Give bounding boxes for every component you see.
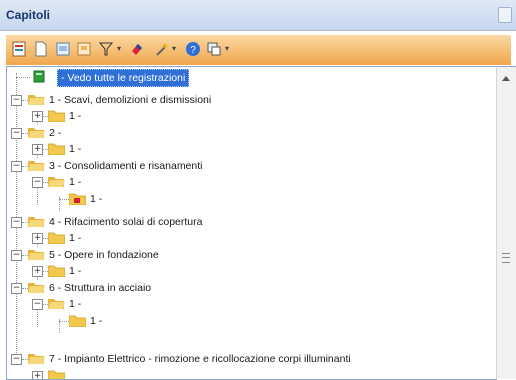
svg-text:?: ? (190, 45, 196, 56)
tree-subitem[interactable]: + 1 - (7, 230, 487, 246)
wand-icon[interactable] (153, 40, 171, 58)
collapse-icon[interactable]: − (11, 128, 22, 139)
tree-connector (59, 321, 69, 322)
open-folder-icon (28, 95, 45, 105)
tree-subitem[interactable]: + 1 - (7, 108, 487, 124)
new-document-icon[interactable] (32, 40, 50, 58)
chapter-label: 4 - Rifacimento solai di copertura (49, 216, 203, 228)
chapter-label: 2 - (49, 127, 62, 139)
chapter-label: 6 - Struttura in acciaio (49, 282, 152, 294)
expand-icon[interactable]: + (32, 233, 43, 244)
toolbar: ▾ ▾ ? ▾ (6, 35, 511, 65)
filter-dropdown-icon[interactable]: ▾ (117, 44, 123, 54)
collapse-icon[interactable]: − (11, 250, 22, 261)
edit-icon[interactable] (54, 40, 72, 58)
tree-chapter-item[interactable]: − 2 - (7, 125, 487, 141)
new-chapter-icon[interactable] (10, 40, 28, 58)
collapse-icon[interactable]: − (11, 161, 22, 172)
collapse-icon[interactable]: − (11, 95, 22, 106)
tree-chapter-item[interactable]: − 4 - Rifacimento solai di copertura (7, 214, 487, 230)
capitoli-panel: Capitoli ▾ ▾ ? ▾ - Vedo tutte le registr… (0, 0, 516, 380)
open-folder-icon (28, 161, 45, 171)
help-icon[interactable]: ? (184, 40, 202, 58)
tree-subitem[interactable]: − 1 - (7, 174, 487, 190)
open-folder-icon (28, 354, 45, 364)
folder-icon (48, 232, 65, 244)
subitem-label: 1 - (69, 265, 82, 277)
collapse-icon[interactable]: − (11, 283, 22, 294)
tree-connector (16, 77, 30, 78)
subitem-label: 1 - (69, 232, 82, 244)
collapse-icon[interactable]: − (11, 217, 22, 228)
filter-icon[interactable] (97, 40, 115, 58)
subitem-label: 1 - (69, 110, 82, 122)
tree-chapter-item[interactable]: − 6 - Struttura in acciaio (7, 280, 487, 296)
tree-leaf-item[interactable]: 1 - (7, 191, 487, 207)
expand-icon[interactable]: + (32, 144, 43, 155)
collapse-icon[interactable]: − (11, 354, 22, 365)
open-folder-icon (28, 283, 45, 293)
tree-subitem[interactable]: − 1 - (7, 296, 487, 312)
chapter-label: 1 - Scavi, demolizioni e dismissioni (49, 94, 212, 106)
chapter-label: 3 - Consolidamenti e risanamenti (49, 160, 203, 172)
open-folder-icon (48, 177, 65, 187)
tree-leaf-item[interactable]: 1 - (7, 313, 487, 329)
chapter-label: 5 - Opere in fondazione (49, 249, 159, 261)
subitem-label: 1 - (69, 176, 82, 188)
chapter-label: 7 - Impianto Elettrico - rimozione e ric… (49, 353, 351, 365)
tree-chapter-item[interactable]: − 7 - Impianto Elettrico - rimozione e r… (7, 351, 487, 367)
tree-subitem[interactable]: + 1 - (7, 263, 487, 279)
vertical-scrollbar[interactable] (496, 66, 516, 379)
tree-root-item[interactable]: - Vedo tutte le registrazioni (7, 69, 487, 87)
eraser-icon[interactable] (128, 40, 146, 58)
collapse-icon[interactable]: − (32, 299, 43, 310)
folder-icon (48, 265, 65, 277)
scroll-up-icon[interactable] (502, 76, 510, 81)
subitem-label: 1 - (69, 298, 82, 310)
folder-icon (48, 143, 65, 155)
collapse-icon[interactable]: − (32, 177, 43, 188)
tree-connector (59, 199, 69, 200)
open-folder-icon (28, 217, 45, 227)
folder-icon (48, 110, 65, 122)
open-folder-icon (48, 299, 65, 309)
properties-icon[interactable] (205, 40, 223, 58)
folder-icon (69, 315, 86, 327)
panel-title: Capitoli (6, 8, 50, 22)
open-folder-icon (28, 128, 45, 138)
scroll-grip-icon[interactable] (502, 253, 510, 263)
tree-subitem[interactable]: + 1 - (7, 141, 487, 157)
tree-subitem-partial[interactable]: + (7, 368, 487, 379)
expand-icon[interactable]: + (32, 266, 43, 277)
wand-dropdown-icon[interactable]: ▾ (172, 44, 178, 54)
tree-chapter-item[interactable]: − 3 - Consolidamenti e risanamenti (7, 158, 487, 174)
tree-chapter-item[interactable]: − 1 - Scavi, demolizioni e dismissioni (7, 92, 487, 108)
leaf-label: 1 - (90, 193, 103, 205)
folder-red-icon (69, 193, 86, 205)
pin-icon[interactable] (498, 7, 512, 23)
leaf-label: 1 - (90, 315, 103, 327)
subitem-label: 1 - (69, 143, 82, 155)
tree-chapter-item[interactable]: − 5 - Opere in fondazione (7, 247, 487, 263)
expand-icon[interactable]: + (32, 111, 43, 122)
chapter-tree[interactable]: - Vedo tutte le registrazioni − 1 - Scav… (6, 66, 497, 380)
print-icon[interactable] (75, 40, 93, 58)
panel-titlebar: Capitoli (0, 0, 516, 31)
tree-root-label: - Vedo tutte le registrazioni (57, 69, 190, 87)
properties-dropdown-icon[interactable]: ▾ (225, 44, 231, 54)
green-book-icon (33, 70, 45, 83)
open-folder-icon (28, 250, 45, 260)
